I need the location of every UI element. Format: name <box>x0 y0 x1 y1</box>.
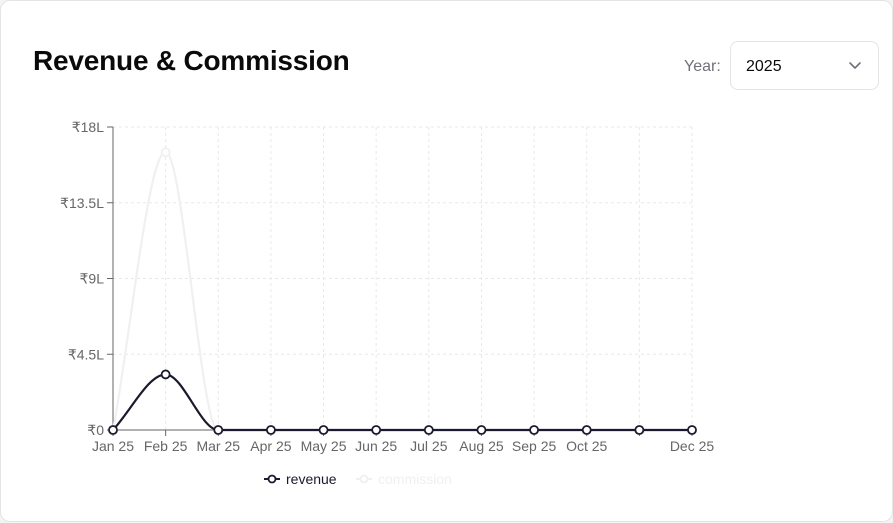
revenue-point[interactable] <box>213 425 224 435</box>
x-tick-label: Aug 25 <box>459 438 504 454</box>
x-tick-label: Jan 25 <box>92 438 134 454</box>
line-chart: ₹0 ₹4.5L ₹9L ₹13.5L ₹18L Jan 25 Feb 25 Mar 25 Ap… <box>60 119 715 487</box>
revenue-point[interactable] <box>266 425 276 435</box>
revenue-point[interactable] <box>160 369 171 380</box>
x-tick-label: May 25 <box>301 438 347 454</box>
y-tick-label: ₹13.5L <box>60 195 104 211</box>
x-tick-label: Apr 25 <box>250 438 291 454</box>
revenue-point[interactable] <box>529 425 539 435</box>
revenue-point[interactable] <box>581 425 592 435</box>
x-tick-label: Feb 25 <box>144 438 188 454</box>
x-tick-label: Sep 25 <box>512 438 557 454</box>
y-tick-label: ₹0 <box>87 422 104 438</box>
y-tick-label: ₹9L <box>80 271 105 287</box>
revenue-line <box>112 373 692 432</box>
y-tick-label: ₹18L <box>72 119 104 135</box>
commission-point[interactable] <box>160 147 171 158</box>
revenue-point[interactable] <box>634 425 645 435</box>
commission-line <box>111 151 692 432</box>
revenue-commission-card: Revenue & Commission Year: 2025 ₹0 ₹4.5L ₹… <box>0 0 893 522</box>
legend-commission-label[interactable]: commission <box>378 471 452 487</box>
legend-commission-swatch-dot <box>359 474 369 484</box>
revenue-point[interactable] <box>108 425 118 435</box>
x-tick-label: Dec 25 <box>670 438 715 454</box>
y-tick-label: ₹4.5L <box>68 346 104 362</box>
legend-revenue-swatch-dot <box>267 474 277 484</box>
x-tick-label: Mar 25 <box>196 438 240 454</box>
revenue-point[interactable] <box>687 425 697 435</box>
revenue-point[interactable] <box>423 425 434 435</box>
legend-revenue-label[interactable]: revenue <box>286 471 337 487</box>
x-tick-label: Jun 25 <box>355 438 397 454</box>
revenue-point[interactable] <box>371 425 382 435</box>
revenue-point[interactable] <box>476 425 487 435</box>
x-tick-label: Oct 25 <box>566 438 607 454</box>
revenue-point[interactable] <box>318 425 329 435</box>
x-tick-label: Jul 25 <box>410 438 448 454</box>
